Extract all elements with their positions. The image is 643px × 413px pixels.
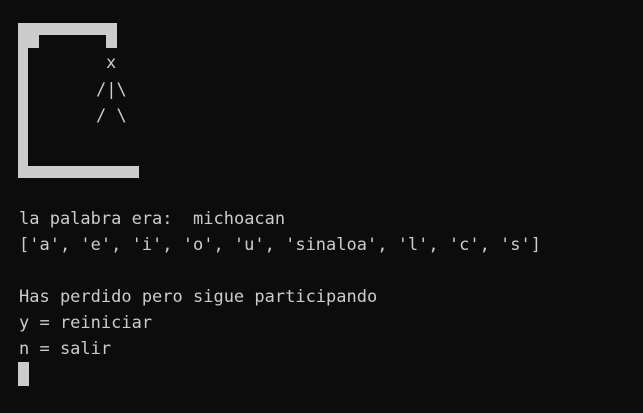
guessed-letters-list: ['a', 'e', 'i', 'o', 'u', 'sinaloa', 'l'… bbox=[19, 235, 541, 255]
quit-option: n = salir bbox=[19, 339, 112, 359]
secret-word: michoacan bbox=[193, 209, 286, 229]
terminal-window[interactable]: x /|\ / \ la palabra era: michoacan ['a'… bbox=[0, 0, 643, 413]
gallows-post bbox=[18, 23, 28, 178]
restart-option: y = reiniciar bbox=[19, 313, 153, 333]
gallows-left-notch bbox=[28, 35, 39, 48]
lost-message: Has perdido pero sigue participando bbox=[19, 287, 378, 307]
hangman-legs: / \ bbox=[96, 106, 127, 126]
gallows-top-beam bbox=[18, 23, 117, 35]
word-reveal-line: la palabra era: michoacan bbox=[19, 206, 285, 232]
gallows-base bbox=[18, 166, 139, 178]
gallows-rope bbox=[106, 35, 117, 48]
hangman-head: x bbox=[106, 53, 117, 73]
hangman-torso: /|\ bbox=[96, 80, 127, 100]
word-reveal-label: la palabra era: bbox=[19, 209, 173, 229]
terminal-cursor[interactable] bbox=[18, 362, 29, 386]
